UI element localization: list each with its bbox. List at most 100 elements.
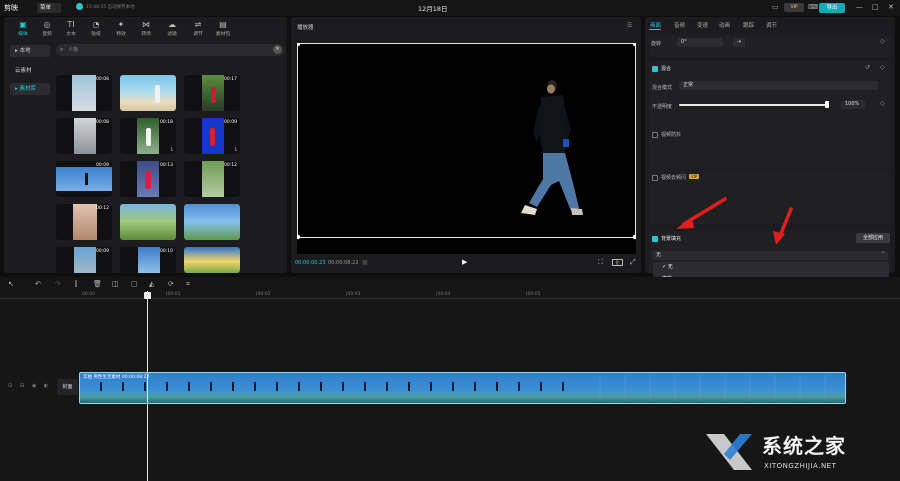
aspect-ratio-icon[interactable]: 比: [612, 259, 623, 266]
tab-audio-prop[interactable]: 音频: [674, 21, 685, 29]
split-icon[interactable]: ⫿: [75, 280, 77, 289]
video-canvas[interactable]: [295, 41, 638, 254]
text-icon: TI: [67, 20, 75, 29]
search-input[interactable]: 人物: [56, 44, 284, 56]
media-thumbnail[interactable]: 00:13: [120, 161, 176, 197]
shortcut-icon[interactable]: ⌨: [808, 3, 818, 11]
fit-screen-icon[interactable]: ⛶: [598, 258, 603, 267]
media-thumbnail[interactable]: 00:09: [56, 247, 112, 273]
media-thumbnail[interactable]: [184, 247, 240, 273]
download-icon[interactable]: ⤓: [171, 146, 173, 152]
tab-text[interactable]: TI 文本: [58, 19, 84, 39]
watermark-text: 系统之家: [762, 434, 846, 458]
tab-picture[interactable]: 画面: [650, 21, 661, 29]
stabilize-section: 视频防抖: [649, 127, 891, 169]
fullscreen-icon[interactable]: ⤢: [630, 258, 636, 267]
opacity-input[interactable]: 100%: [841, 100, 865, 109]
freeze-icon[interactable]: ◫: [112, 280, 119, 288]
media-thumbnail[interactable]: 00:12: [56, 204, 112, 240]
stabilize-checkbox[interactable]: [652, 132, 658, 138]
rotate-input[interactable]: 0°: [677, 38, 723, 47]
reset-icon[interactable]: ↺: [865, 64, 870, 71]
export-button[interactable]: 导出: [819, 3, 845, 13]
media-thumbnail[interactable]: 00:08: [56, 75, 112, 111]
crop-icon[interactable]: ⌗: [186, 280, 190, 289]
background-fill-checkbox[interactable]: [652, 236, 658, 242]
tab-media[interactable]: ▣ 媒体: [10, 19, 36, 39]
play-button[interactable]: ▶: [462, 258, 467, 266]
clear-search-icon[interactable]: ✕: [273, 45, 282, 54]
track-lock-icon[interactable]: ⊟: [20, 383, 24, 389]
option-none[interactable]: ✓ 无: [657, 263, 885, 272]
duration-label: 00:18: [160, 120, 173, 125]
apply-all-button[interactable]: 全部应用: [856, 233, 890, 243]
delete-icon[interactable]: 🗑: [93, 280, 102, 288]
playhead-handle[interactable]: [144, 292, 151, 299]
undo-icon[interactable]: ↶: [35, 280, 41, 288]
sidebar-item-local[interactable]: ▸ 本地: [10, 45, 50, 57]
vip-badge[interactable]: VIP: [784, 3, 804, 12]
deflicker-checkbox[interactable]: [652, 175, 658, 181]
media-thumbnail[interactable]: 00:08: [56, 118, 112, 154]
blend-checkbox[interactable]: [652, 66, 658, 72]
media-thumbnail[interactable]: [120, 204, 176, 240]
media-thumbnail[interactable]: [184, 204, 240, 240]
duration-label: 00:08: [96, 77, 109, 82]
tab-speed[interactable]: 变速: [697, 21, 708, 29]
sidebar-item-cloud[interactable]: 云素材: [10, 65, 50, 77]
tab-label: 媒体: [18, 32, 28, 37]
media-panel: ▣ 媒体 ◎ 音频 TI 文本 ◔ 贴纸 ✦ 特效 ⋈ 转场 ☁ 滤镜 ⇌ 调节 ▤ 素材包 ▸ …: [4, 17, 287, 273]
maximize-button[interactable]: □: [872, 3, 879, 11]
download-icon[interactable]: ⤓: [235, 146, 237, 152]
keyframe-diamond-icon[interactable]: ◇: [880, 38, 885, 45]
tab-audio[interactable]: ◎ 音频: [34, 19, 60, 39]
media-thumbnail[interactable]: 00:09 ⤓: [184, 118, 240, 154]
active-tab-indicator: [649, 29, 661, 30]
menu-button[interactable]: 菜单: [37, 3, 61, 13]
layout-icon[interactable]: ▭: [772, 3, 779, 11]
timecode-grid-icon[interactable]: ▦: [362, 259, 368, 266]
tab-effects[interactable]: ✦ 特效: [108, 19, 134, 39]
select-cursor-icon[interactable]: ↖: [8, 280, 14, 288]
blend-mode-select[interactable]: 正常: [679, 81, 878, 90]
keyframe-diamond-icon[interactable]: ◇: [880, 64, 885, 71]
player-menu-icon[interactable]: ☰: [627, 22, 632, 29]
cover-button[interactable]: 封面: [57, 379, 78, 395]
background-fill-select[interactable]: 无: [652, 251, 888, 260]
project-title[interactable]: 12月18日: [418, 3, 448, 13]
vip-tag: VIP: [689, 174, 700, 179]
tab-asset-pack[interactable]: ▤ 素材包: [210, 19, 236, 39]
rotate-ccw-button[interactable]: ⇥: [733, 38, 745, 47]
tab-adjust[interactable]: ⇌ 调节: [185, 19, 211, 39]
media-thumbnail[interactable]: 00:18 ⤓: [120, 118, 176, 154]
close-button[interactable]: ✕: [888, 3, 894, 11]
media-thumbnail[interactable]: 00:10: [120, 247, 176, 273]
opacity-slider-handle[interactable]: [825, 101, 829, 108]
tab-stickers[interactable]: ◔ 贴纸: [83, 19, 109, 39]
tab-filters[interactable]: ☁ 滤镜: [159, 19, 185, 39]
search-icon: ⌕: [60, 46, 64, 53]
crop-frame-icon[interactable]: ▢: [131, 280, 138, 288]
tab-transitions[interactable]: ⋈ 转场: [133, 19, 159, 39]
video-clip[interactable]: 实拍 男性生活素材 00:00:08:22: [79, 372, 846, 404]
playhead[interactable]: [147, 291, 148, 481]
track-lock-icon[interactable]: ⊡: [8, 383, 12, 389]
tab-tracking[interactable]: 跟踪: [743, 21, 754, 29]
redo-icon[interactable]: ↷: [55, 280, 61, 288]
mirror-icon[interactable]: ◭: [149, 280, 154, 288]
tab-adjust-prop[interactable]: 调节: [766, 21, 777, 29]
sidebar-item-library[interactable]: ▸ 素材库: [10, 83, 50, 95]
player-title: 播放器: [297, 25, 314, 31]
tab-label: 文本: [66, 32, 76, 37]
track-mute-icon[interactable]: ◐: [44, 383, 48, 389]
tab-animation[interactable]: 动画: [719, 21, 730, 29]
rotate-icon[interactable]: ⟳: [168, 280, 174, 288]
media-thumbnail[interactable]: 00:09: [56, 161, 112, 197]
media-thumbnail[interactable]: [120, 75, 176, 111]
adjust-icon: ⇌: [194, 20, 202, 29]
media-thumbnail[interactable]: 00:12: [184, 161, 240, 197]
keyframe-diamond-icon[interactable]: ◇: [880, 100, 885, 107]
minimize-button[interactable]: —: [856, 3, 863, 11]
track-visibility-icon[interactable]: ◉: [32, 383, 36, 389]
media-thumbnail[interactable]: 00:17: [184, 75, 240, 111]
